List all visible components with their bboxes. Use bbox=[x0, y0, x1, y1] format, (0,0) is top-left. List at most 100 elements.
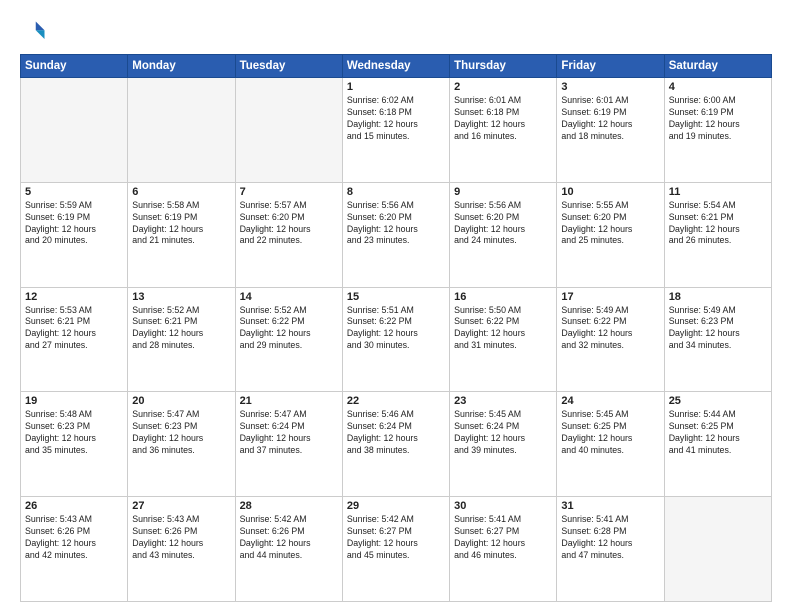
day-number: 23 bbox=[454, 395, 552, 407]
calendar-cell: 11 Sunrise: 5:54 AM Sunset: 6:21 PM Dayli… bbox=[664, 182, 771, 287]
calendar-cell bbox=[21, 78, 128, 183]
weekday-header-tuesday: Tuesday bbox=[235, 55, 342, 78]
calendar-cell: 23 Sunrise: 5:45 AM Sunset: 6:24 PM Dayli… bbox=[450, 392, 557, 497]
day-info: Sunrise: 6:00 AM Sunset: 6:19 PM Dayligh… bbox=[669, 95, 767, 143]
day-number: 24 bbox=[561, 395, 659, 407]
day-info: Sunrise: 6:01 AM Sunset: 6:18 PM Dayligh… bbox=[454, 95, 552, 143]
day-info: Sunrise: 5:59 AM Sunset: 6:19 PM Dayligh… bbox=[25, 200, 123, 248]
day-info: Sunrise: 5:45 AM Sunset: 6:25 PM Dayligh… bbox=[561, 409, 659, 457]
day-number: 25 bbox=[669, 395, 767, 407]
day-number: 15 bbox=[347, 291, 445, 303]
day-number: 19 bbox=[25, 395, 123, 407]
calendar-cell: 13Sunrise: 5:52 AM Sunset: 6:21 PM Dayli… bbox=[128, 287, 235, 392]
calendar-cell: 27Sunrise: 5:43 AM Sunset: 6:26 PM Dayli… bbox=[128, 497, 235, 602]
day-number: 6 bbox=[132, 186, 230, 198]
calendar-week-2: 5 Sunrise: 5:59 AM Sunset: 6:19 PM Daylig… bbox=[21, 182, 772, 287]
day-info: Sunrise: 5:44 AM Sunset: 6:25 PM Dayligh… bbox=[669, 409, 767, 457]
calendar-cell: 4 Sunrise: 6:00 AM Sunset: 6:19 PM Daylig… bbox=[664, 78, 771, 183]
day-number: 20 bbox=[132, 395, 230, 407]
calendar-cell: 7 Sunrise: 5:57 AM Sunset: 6:20 PM Daylig… bbox=[235, 182, 342, 287]
calendar-cell: 3 Sunrise: 6:01 AM Sunset: 6:19 PM Daylig… bbox=[557, 78, 664, 183]
day-number: 1 bbox=[347, 81, 445, 93]
calendar-cell: 6 Sunrise: 5:58 AM Sunset: 6:19 PM Daylig… bbox=[128, 182, 235, 287]
day-info: Sunrise: 5:42 AM Sunset: 6:27 PM Dayligh… bbox=[347, 514, 445, 562]
day-info: Sunrise: 5:55 AM Sunset: 6:20 PM Dayligh… bbox=[561, 200, 659, 248]
logo bbox=[20, 18, 52, 46]
calendar-cell: 17Sunrise: 5:49 AM Sunset: 6:22 PM Dayli… bbox=[557, 287, 664, 392]
weekday-header-friday: Friday bbox=[557, 55, 664, 78]
day-number: 5 bbox=[25, 186, 123, 198]
calendar-cell: 24 Sunrise: 5:45 AM Sunset: 6:25 PM Dayli… bbox=[557, 392, 664, 497]
calendar-cell: 2 Sunrise: 6:01 AM Sunset: 6:18 PM Daylig… bbox=[450, 78, 557, 183]
calendar-cell: 19 Sunrise: 5:48 AM Sunset: 6:23 PM Dayli… bbox=[21, 392, 128, 497]
day-number: 4 bbox=[669, 81, 767, 93]
calendar-week-5: 26 Sunrise: 5:43 AM Sunset: 6:26 PM Dayli… bbox=[21, 497, 772, 602]
calendar-cell: 20 Sunrise: 5:47 AM Sunset: 6:23 PM Dayli… bbox=[128, 392, 235, 497]
day-info: Sunrise: 5:51 AM Sunset: 6:22 PM Dayligh… bbox=[347, 305, 445, 353]
calendar-week-3: 12 Sunrise: 5:53 AM Sunset: 6:21 PM Dayli… bbox=[21, 287, 772, 392]
calendar-cell: 10 Sunrise: 5:55 AM Sunset: 6:20 PM Dayli… bbox=[557, 182, 664, 287]
calendar-week-1: 1 Sunrise: 6:02 AM Sunset: 6:18 PM Daylig… bbox=[21, 78, 772, 183]
day-number: 18 bbox=[669, 291, 767, 303]
day-info: Sunrise: 5:47 AM Sunset: 6:23 PM Dayligh… bbox=[132, 409, 230, 457]
day-info: Sunrise: 5:42 AM Sunset: 6:26 PM Dayligh… bbox=[240, 514, 338, 562]
calendar-cell: 28 Sunrise: 5:42 AM Sunset: 6:26 PM Dayli… bbox=[235, 497, 342, 602]
calendar-cell: 22 Sunrise: 5:46 AM Sunset: 6:24 PM Dayli… bbox=[342, 392, 449, 497]
day-info: Sunrise: 5:52 AM Sunset: 6:21 PM Dayligh… bbox=[132, 305, 230, 353]
calendar-cell: 26 Sunrise: 5:43 AM Sunset: 6:26 PM Dayli… bbox=[21, 497, 128, 602]
day-info: Sunrise: 5:54 AM Sunset: 6:21 PM Dayligh… bbox=[669, 200, 767, 248]
day-info: Sunrise: 5:43 AM Sunset: 6:26 PM Dayligh… bbox=[25, 514, 123, 562]
calendar-cell: 14Sunrise: 5:52 AM Sunset: 6:22 PM Dayli… bbox=[235, 287, 342, 392]
day-info: Sunrise: 5:56 AM Sunset: 6:20 PM Dayligh… bbox=[454, 200, 552, 248]
day-info: Sunrise: 5:47 AM Sunset: 6:24 PM Dayligh… bbox=[240, 409, 338, 457]
day-number: 8 bbox=[347, 186, 445, 198]
calendar-week-4: 19 Sunrise: 5:48 AM Sunset: 6:23 PM Dayli… bbox=[21, 392, 772, 497]
calendar-cell: 16 Sunrise: 5:50 AM Sunset: 6:22 PM Dayli… bbox=[450, 287, 557, 392]
calendar-cell: 12 Sunrise: 5:53 AM Sunset: 6:21 PM Dayli… bbox=[21, 287, 128, 392]
calendar-cell: 25 Sunrise: 5:44 AM Sunset: 6:25 PM Dayli… bbox=[664, 392, 771, 497]
weekday-header-monday: Monday bbox=[128, 55, 235, 78]
weekday-header-sunday: Sunday bbox=[21, 55, 128, 78]
calendar-cell: 30 Sunrise: 5:41 AM Sunset: 6:27 PM Dayli… bbox=[450, 497, 557, 602]
day-info: Sunrise: 5:53 AM Sunset: 6:21 PM Dayligh… bbox=[25, 305, 123, 353]
day-info: Sunrise: 6:02 AM Sunset: 6:18 PM Dayligh… bbox=[347, 95, 445, 143]
day-info: Sunrise: 6:01 AM Sunset: 6:19 PM Dayligh… bbox=[561, 95, 659, 143]
calendar-cell bbox=[664, 497, 771, 602]
day-info: Sunrise: 5:57 AM Sunset: 6:20 PM Dayligh… bbox=[240, 200, 338, 248]
day-number: 3 bbox=[561, 81, 659, 93]
calendar-cell bbox=[128, 78, 235, 183]
calendar-cell: 18 Sunrise: 5:49 AM Sunset: 6:23 PM Dayli… bbox=[664, 287, 771, 392]
day-number: 22 bbox=[347, 395, 445, 407]
day-number: 17 bbox=[561, 291, 659, 303]
day-number: 12 bbox=[25, 291, 123, 303]
calendar-cell: 21Sunrise: 5:47 AM Sunset: 6:24 PM Dayli… bbox=[235, 392, 342, 497]
day-number: 16 bbox=[454, 291, 552, 303]
day-info: Sunrise: 5:48 AM Sunset: 6:23 PM Dayligh… bbox=[25, 409, 123, 457]
day-info: Sunrise: 5:43 AM Sunset: 6:26 PM Dayligh… bbox=[132, 514, 230, 562]
day-info: Sunrise: 5:58 AM Sunset: 6:19 PM Dayligh… bbox=[132, 200, 230, 248]
day-number: 2 bbox=[454, 81, 552, 93]
day-number: 30 bbox=[454, 500, 552, 512]
weekday-header-thursday: Thursday bbox=[450, 55, 557, 78]
day-info: Sunrise: 5:46 AM Sunset: 6:24 PM Dayligh… bbox=[347, 409, 445, 457]
day-info: Sunrise: 5:49 AM Sunset: 6:23 PM Dayligh… bbox=[669, 305, 767, 353]
header bbox=[20, 18, 772, 46]
weekday-header-row: SundayMondayTuesdayWednesdayThursdayFrid… bbox=[21, 55, 772, 78]
day-number: 29 bbox=[347, 500, 445, 512]
calendar-cell: 9Sunrise: 5:56 AM Sunset: 6:20 PM Daylig… bbox=[450, 182, 557, 287]
day-number: 10 bbox=[561, 186, 659, 198]
page: SundayMondayTuesdayWednesdayThursdayFrid… bbox=[0, 0, 792, 612]
day-info: Sunrise: 5:50 AM Sunset: 6:22 PM Dayligh… bbox=[454, 305, 552, 353]
calendar-cell: 31Sunrise: 5:41 AM Sunset: 6:28 PM Dayli… bbox=[557, 497, 664, 602]
day-number: 28 bbox=[240, 500, 338, 512]
day-info: Sunrise: 5:45 AM Sunset: 6:24 PM Dayligh… bbox=[454, 409, 552, 457]
day-info: Sunrise: 5:41 AM Sunset: 6:27 PM Dayligh… bbox=[454, 514, 552, 562]
calendar-table: SundayMondayTuesdayWednesdayThursdayFrid… bbox=[20, 54, 772, 602]
day-number: 26 bbox=[25, 500, 123, 512]
day-number: 7 bbox=[240, 186, 338, 198]
calendar-cell: 15 Sunrise: 5:51 AM Sunset: 6:22 PM Dayli… bbox=[342, 287, 449, 392]
day-number: 14 bbox=[240, 291, 338, 303]
day-number: 11 bbox=[669, 186, 767, 198]
calendar-cell: 1 Sunrise: 6:02 AM Sunset: 6:18 PM Daylig… bbox=[342, 78, 449, 183]
day-info: Sunrise: 5:56 AM Sunset: 6:20 PM Dayligh… bbox=[347, 200, 445, 248]
